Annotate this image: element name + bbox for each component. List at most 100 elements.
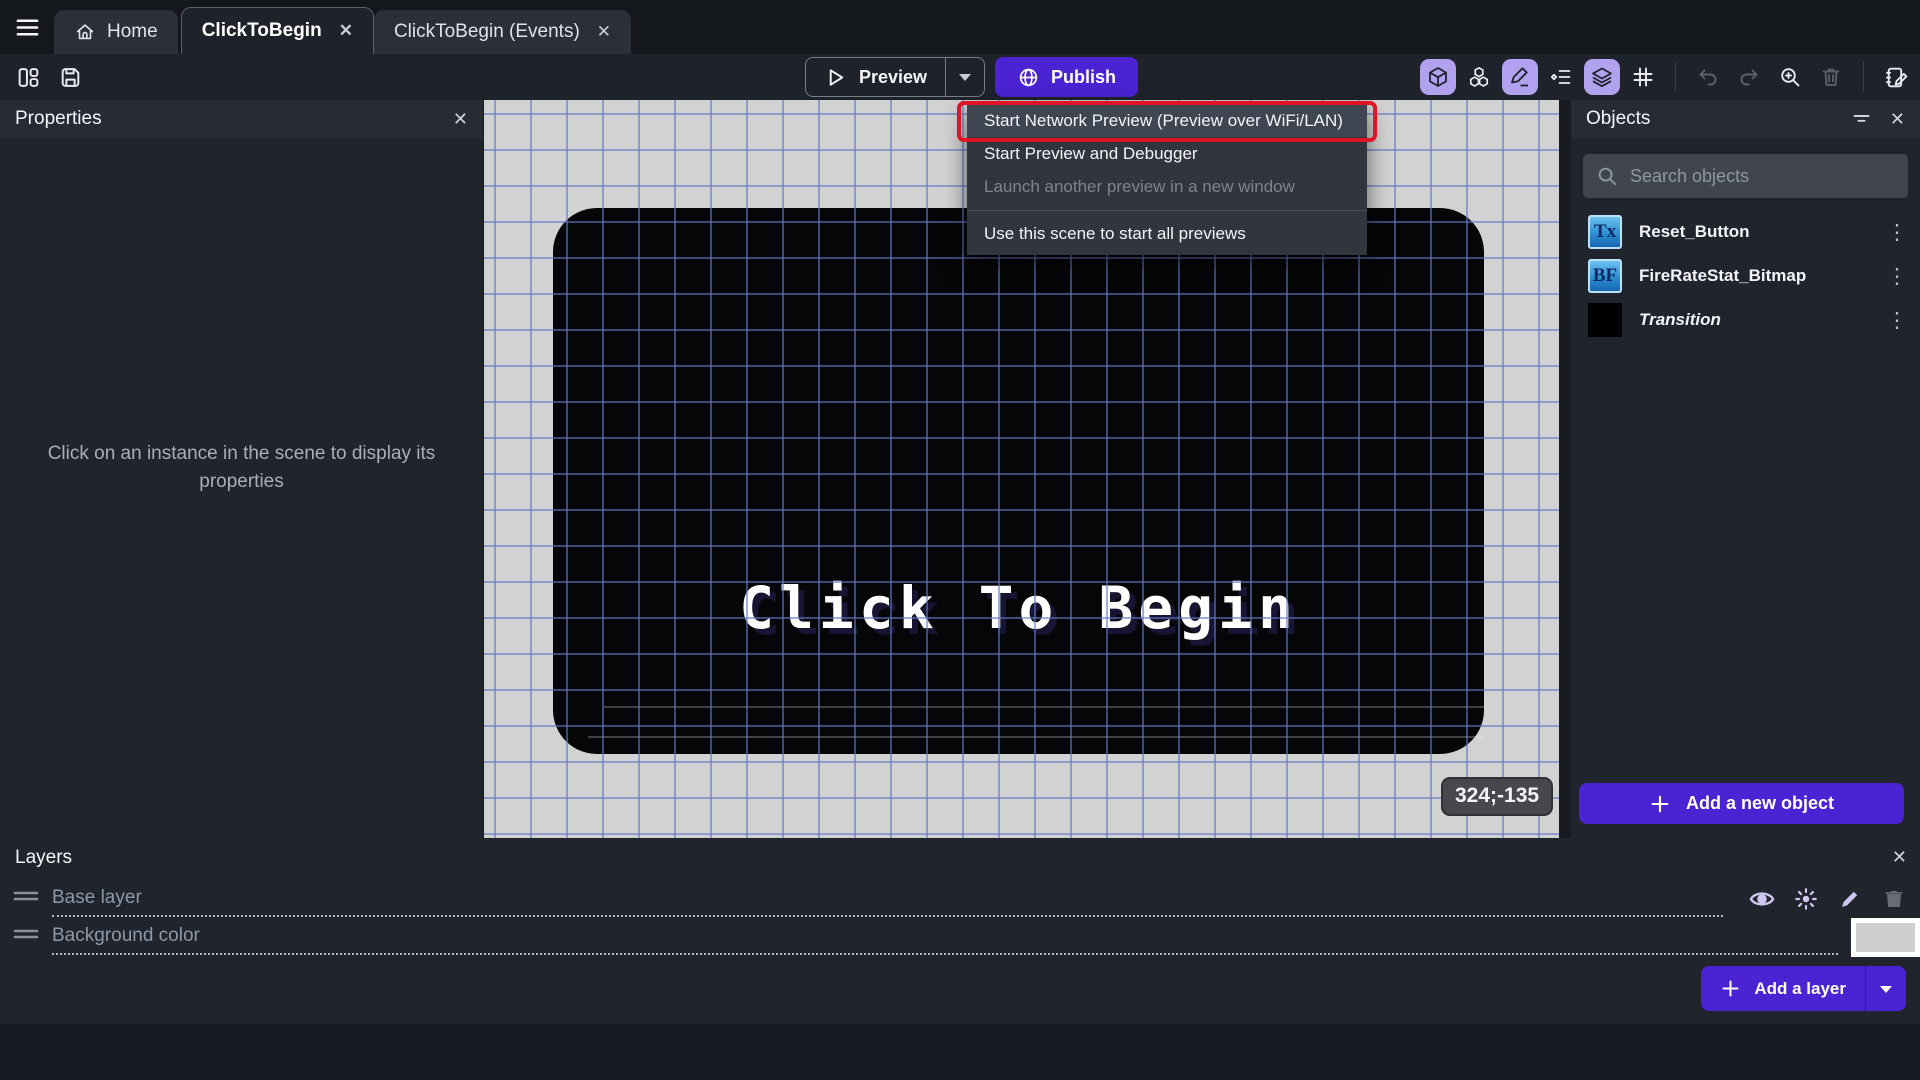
grid-settings-button[interactable] (1625, 59, 1661, 95)
layout-panels-icon (18, 67, 38, 87)
grid-icon (1633, 67, 1653, 87)
game-title-text: Click To Begin (739, 574, 1298, 642)
sprite-object-icon (1588, 303, 1622, 337)
game-frame (553, 208, 1484, 754)
layer-row-background-color[interactable]: Background color (0, 918, 1920, 957)
undo-icon (1699, 69, 1717, 86)
toolbar-divider (1863, 62, 1864, 92)
objects-title: Objects (1586, 108, 1651, 129)
object-menu-icon[interactable]: ⋮ (1884, 220, 1910, 245)
filter-icon[interactable] (1851, 109, 1872, 130)
plus-icon (1651, 795, 1669, 812)
add-object-button[interactable]: Add a new object (1579, 783, 1904, 824)
instance-list-icon (1550, 70, 1571, 84)
asset-store-button[interactable] (1461, 59, 1497, 95)
close-tab-icon[interactable]: ✕ (597, 22, 611, 42)
tab-home[interactable]: Home (54, 10, 178, 54)
drag-handle-icon[interactable] (13, 927, 39, 941)
layer-edit-button[interactable] (1836, 885, 1864, 913)
blocks-icon (1469, 66, 1489, 87)
objects-search-box[interactable] (1583, 154, 1908, 198)
tab-label: Home (107, 21, 158, 42)
search-input[interactable] (1630, 165, 1895, 187)
add-object-label: Add a new object (1685, 793, 1835, 813)
trash-icon (1885, 891, 1903, 907)
publish-button[interactable]: Publish (995, 57, 1139, 97)
drag-handle-icon[interactable] (13, 889, 39, 903)
menu-divider (967, 210, 1367, 211)
bitmap-font-object-icon: BF (1588, 259, 1622, 293)
objects-panel: Objects ✕ Tx Reset_Button ⋮ BF FireRateS… (1571, 100, 1920, 838)
layer-row-base[interactable]: Base layer (0, 880, 1920, 918)
object-row-transition[interactable]: Transition ⋮ (1571, 298, 1920, 342)
layer-underline (52, 953, 1838, 955)
redo-icon (1740, 69, 1758, 86)
close-panel-icon[interactable]: ✕ (1890, 109, 1905, 130)
undo-button[interactable] (1690, 59, 1726, 95)
close-panel-icon[interactable]: ✕ (1892, 847, 1907, 868)
zoom-in-icon (1781, 68, 1800, 87)
layer-visibility-button[interactable] (1748, 885, 1776, 913)
plus-icon (1722, 980, 1739, 997)
tab-label: ClickToBegin (201, 20, 322, 41)
layers-title: Layers (15, 847, 73, 868)
text-object-icon: Tx (1588, 215, 1622, 249)
globe-icon (1019, 68, 1038, 86)
zoom-in-button[interactable] (1772, 59, 1808, 95)
properties-panel: Properties ✕ Click on an instance in the… (0, 100, 483, 838)
layer-effects-button[interactable] (1792, 885, 1820, 913)
menu-item-network-preview[interactable]: Start Network Preview (Preview over WiFi… (967, 104, 1367, 137)
delete-button[interactable] (1813, 59, 1849, 95)
eye-icon (1749, 892, 1775, 906)
publish-label: Publish (1051, 66, 1117, 87)
close-tab-icon[interactable]: ✕ (339, 21, 353, 41)
properties-title: Properties (15, 108, 102, 129)
cube-icon (1429, 67, 1447, 87)
scene-properties-button[interactable] (1878, 59, 1914, 95)
save-icon (61, 67, 79, 87)
edit-mode-button[interactable] (1502, 59, 1538, 95)
tab-events-clicktobegin[interactable]: ClickToBegin (Events) ✕ (373, 10, 632, 54)
object-name: FireRateStat_Bitmap (1639, 266, 1807, 285)
open-panels-button[interactable] (10, 59, 46, 95)
redo-button[interactable] (1731, 59, 1767, 95)
object-menu-icon[interactable]: ⋮ (1884, 308, 1910, 333)
layer-delete-button[interactable] (1880, 885, 1908, 913)
layer-name[interactable]: Background color (52, 925, 200, 947)
tab-scene-clicktobegin[interactable]: ClickToBegin ✕ (180, 7, 374, 54)
main-menu-button[interactable] (0, 0, 54, 54)
preview-options-button[interactable] (946, 58, 984, 96)
object-name: Reset_Button (1639, 222, 1750, 241)
background-color-swatch[interactable] (1851, 918, 1920, 957)
tab-label: ClickToBegin (Events) (393, 21, 580, 42)
editor-toolbar: Preview Publish (0, 54, 1920, 100)
chevron-down-icon (959, 74, 972, 81)
instances-list-button[interactable] (1543, 59, 1579, 95)
preview-button[interactable]: Preview (805, 57, 986, 97)
properties-empty-message: Click on an instance in the scene to dis… (47, 443, 436, 492)
layer-name[interactable]: Base layer (52, 887, 142, 909)
layer-underline (52, 915, 1723, 917)
hamburger-icon (16, 18, 38, 36)
pencil-icon (1511, 67, 1528, 87)
frame-line (604, 706, 1484, 708)
menu-item-use-scene-start[interactable]: Use this scene to start all previews (967, 215, 1367, 253)
close-panel-icon[interactable]: ✕ (453, 109, 468, 130)
layers-icon (1592, 67, 1612, 88)
toggle-3d-view-button[interactable] (1420, 59, 1456, 95)
tab-bar: Home ClickToBegin ✕ ClickToBegin (Events… (0, 0, 1920, 54)
add-layer-label: Add a layer (1754, 978, 1846, 998)
layers-panel-button[interactable] (1584, 59, 1620, 95)
save-button[interactable] (52, 59, 88, 95)
cursor-coordinates-badge: 324;-135 (1441, 777, 1554, 816)
object-row-fireratestat-bitmap[interactable]: BF FireRateStat_Bitmap ⋮ (1571, 254, 1920, 298)
frame-line (588, 736, 1484, 738)
object-menu-icon[interactable]: ⋮ (1884, 264, 1910, 289)
effects-icon (1795, 888, 1817, 910)
object-row-reset-button[interactable]: Tx Reset_Button ⋮ (1571, 210, 1920, 254)
notebook-edit-icon (1885, 67, 1907, 87)
layers-panel: Layers ✕ Base layer Background color Add… (0, 838, 1920, 1024)
menu-item-preview-debugger[interactable]: Start Preview and Debugger (967, 137, 1367, 170)
add-layer-options-button[interactable] (1866, 966, 1906, 1011)
add-layer-button[interactable]: Add a layer (1701, 966, 1906, 1011)
